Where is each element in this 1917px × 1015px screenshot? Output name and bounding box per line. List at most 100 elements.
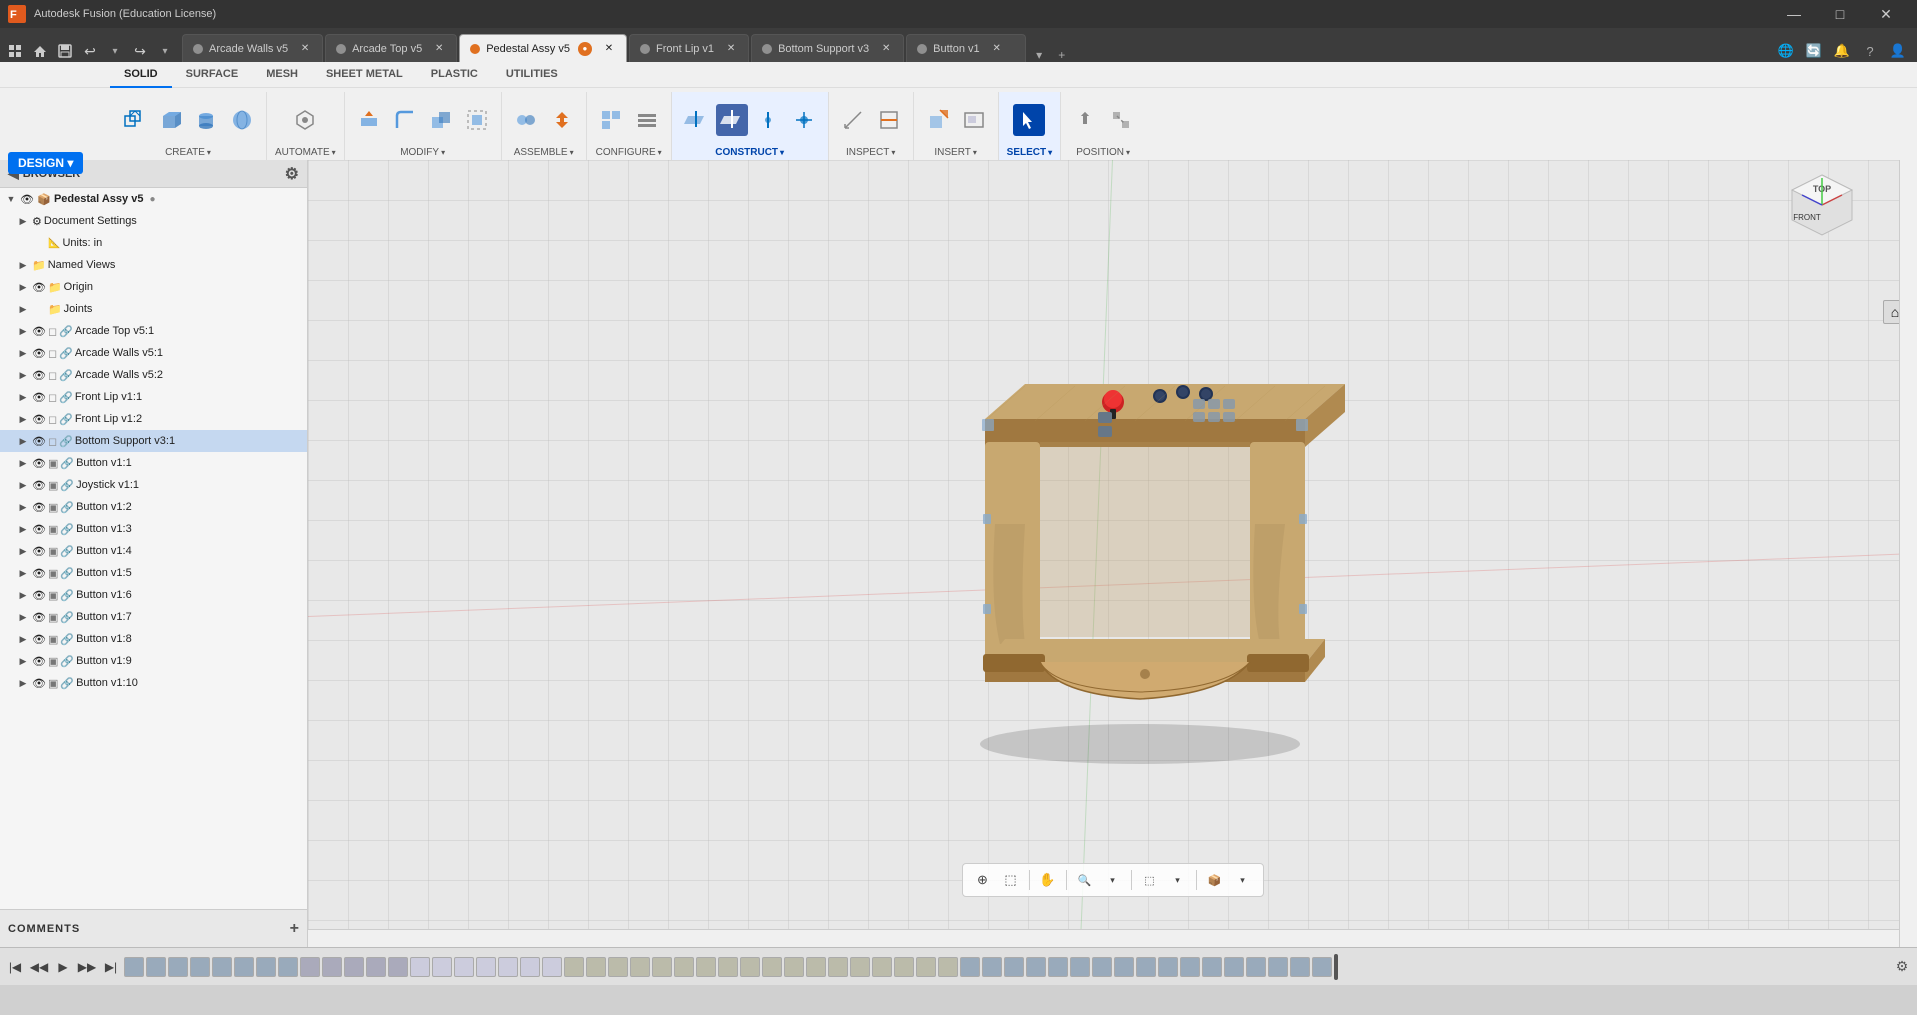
shading-button[interactable]: 📦: [1203, 868, 1227, 892]
vis-eye[interactable]: 👁: [32, 633, 46, 646]
tab-utilities[interactable]: UTILITIES: [492, 62, 572, 88]
vis-eye[interactable]: 👁: [32, 655, 46, 668]
timeline-item[interactable]: [542, 957, 562, 977]
timeline-item[interactable]: [718, 957, 738, 977]
automate-label[interactable]: AUTOMATE ▾: [275, 147, 336, 160]
construct-point-tool[interactable]: [788, 104, 820, 136]
vis-eye[interactable]: 👁: [32, 589, 46, 602]
user-icon[interactable]: 👤: [1887, 40, 1909, 62]
modify-label[interactable]: MODIFY ▾: [400, 147, 445, 160]
tree-item-button-3[interactable]: ▶ 👁 ▣ 🔗 Button v1:3: [0, 518, 307, 540]
timeline-item[interactable]: [564, 957, 584, 977]
tree-item-button-9[interactable]: ▶ 👁 ▣ 🔗 Button v1:9: [0, 650, 307, 672]
tree-item-units[interactable]: ▶ 📐 Units: in: [0, 232, 307, 254]
joint-tool[interactable]: [510, 104, 542, 136]
vis-eye[interactable]: 👁: [32, 567, 46, 580]
tree-item-front-lip-2[interactable]: ▶ 👁 ◻ 🔗 Front Lip v1:2: [0, 408, 307, 430]
tab-close-front-lip[interactable]: ✕: [724, 42, 738, 56]
timeline-item[interactable]: [300, 957, 320, 977]
timeline-item[interactable]: [410, 957, 430, 977]
timeline-item[interactable]: [1202, 957, 1222, 977]
tree-root[interactable]: ▼ 👁 📦 Pedestal Assy v5 ●: [0, 188, 307, 210]
new-component-tool[interactable]: [118, 104, 150, 136]
display-grid-button[interactable]: ⬚: [999, 868, 1023, 892]
tree-item-button-2[interactable]: ▶ 👁 ▣ 🔗 Button v1:2: [0, 496, 307, 518]
snap-tool-button[interactable]: ⊕: [971, 868, 995, 892]
section-analysis-tool[interactable]: [873, 104, 905, 136]
timeline-item[interactable]: [740, 957, 760, 977]
tree-item-button-1[interactable]: ▶ 👁 ▣ 🔗 Button v1:1: [0, 452, 307, 474]
timeline-item[interactable]: [1224, 957, 1244, 977]
timeline-item[interactable]: [652, 957, 672, 977]
tab-close-arcade-top[interactable]: ✕: [432, 42, 446, 56]
tab-mesh[interactable]: MESH: [252, 62, 312, 88]
timeline-item[interactable]: [1004, 957, 1024, 977]
tab-button[interactable]: Button v1 ✕: [906, 34, 1026, 62]
display-settings-button[interactable]: ⬚: [1138, 868, 1162, 892]
timeline-item[interactable]: [1070, 957, 1090, 977]
move-copy-tool[interactable]: [546, 104, 578, 136]
construct-plane-tool[interactable]: [680, 104, 712, 136]
tab-dropdown[interactable]: ▾: [1028, 48, 1050, 62]
vis-eye[interactable]: 👁: [32, 479, 46, 492]
tree-item-button-10[interactable]: ▶ 👁 ▣ 🔗 Button v1:10: [0, 672, 307, 694]
tree-item-bottom-support[interactable]: ▶ 👁 ◻ 🔗 Bottom Support v3:1: [0, 430, 307, 452]
vis-eye[interactable]: 👁: [32, 545, 46, 558]
tab-surface[interactable]: SURFACE: [172, 62, 253, 88]
create-label[interactable]: CREATE ▾: [165, 147, 211, 160]
timeline-item[interactable]: [212, 957, 232, 977]
timeline-item[interactable]: [938, 957, 958, 977]
tree-item-joints[interactable]: ▶ 👁 📁 Joints: [0, 298, 307, 320]
tab-arcade-top[interactable]: Arcade Top v5 ✕: [325, 34, 457, 62]
timeline-item[interactable]: [1290, 957, 1310, 977]
automate-tool-1[interactable]: [289, 104, 321, 136]
position-tool-2[interactable]: [1105, 104, 1137, 136]
tab-plastic[interactable]: PLASTIC: [417, 62, 492, 88]
pan-tool-button[interactable]: ✋: [1036, 868, 1060, 892]
maximize-button[interactable]: □: [1817, 0, 1863, 28]
zoom-tool-button[interactable]: 🔍: [1073, 868, 1097, 892]
vis-eye[interactable]: 👁: [32, 457, 46, 470]
tab-sheet-metal[interactable]: SHEET METAL: [312, 62, 417, 88]
timeline-item[interactable]: [1026, 957, 1046, 977]
timeline-item[interactable]: [476, 957, 496, 977]
construct-axis-tool[interactable]: [752, 104, 784, 136]
select-tool[interactable]: [1013, 104, 1045, 136]
timeline-item[interactable]: [432, 957, 452, 977]
timeline-item[interactable]: [806, 957, 826, 977]
timeline-go-end-button[interactable]: ▶|: [100, 956, 122, 978]
timeline-slider-handle[interactable]: [1334, 954, 1338, 980]
undo-button[interactable]: ↩: [79, 40, 101, 62]
grid-menu-button[interactable]: [4, 40, 26, 62]
vis-eye[interactable]: 👁: [32, 369, 46, 382]
timeline-item[interactable]: [894, 957, 914, 977]
save-button[interactable]: [54, 40, 76, 62]
notifications-icon[interactable]: 🔔: [1831, 40, 1853, 62]
timeline-item[interactable]: [872, 957, 892, 977]
browser-settings-button[interactable]: ⚙: [285, 164, 299, 184]
timeline-item[interactable]: [124, 957, 144, 977]
tree-item-button-4[interactable]: ▶ 👁 ▣ 🔗 Button v1:4: [0, 540, 307, 562]
configure-tool-1[interactable]: [595, 104, 627, 136]
construct-active-tool[interactable]: [716, 104, 748, 136]
vis-eye[interactable]: 👁: [32, 347, 46, 360]
fillet-tool[interactable]: [389, 104, 421, 136]
tree-item-named-views[interactable]: ▶ 📁 Named Views: [0, 254, 307, 276]
undo-arrow-button[interactable]: ▾: [104, 40, 126, 62]
tree-item-front-lip-1[interactable]: ▶ 👁 ◻ 🔗 Front Lip v1:1: [0, 386, 307, 408]
timeline-item[interactable]: [784, 957, 804, 977]
tab-bottom-support[interactable]: Bottom Support v3 ✕: [751, 34, 904, 62]
timeline-item[interactable]: [1136, 957, 1156, 977]
help-update-icon[interactable]: 🔄: [1803, 40, 1825, 62]
vis-eye-origin[interactable]: 👁: [32, 281, 46, 294]
vis-eye[interactable]: 👁: [32, 391, 46, 404]
box-tool[interactable]: [154, 104, 186, 136]
timeline-item[interactable]: [850, 957, 870, 977]
tab-solid[interactable]: SOLID: [110, 62, 172, 88]
select-label[interactable]: SELECT ▾: [1007, 147, 1052, 160]
timeline-item[interactable]: [454, 957, 474, 977]
timeline-play-button[interactable]: ▶: [52, 956, 74, 978]
timeline-item[interactable]: [234, 957, 254, 977]
sphere-tool[interactable]: [226, 104, 258, 136]
timeline-item[interactable]: [190, 957, 210, 977]
